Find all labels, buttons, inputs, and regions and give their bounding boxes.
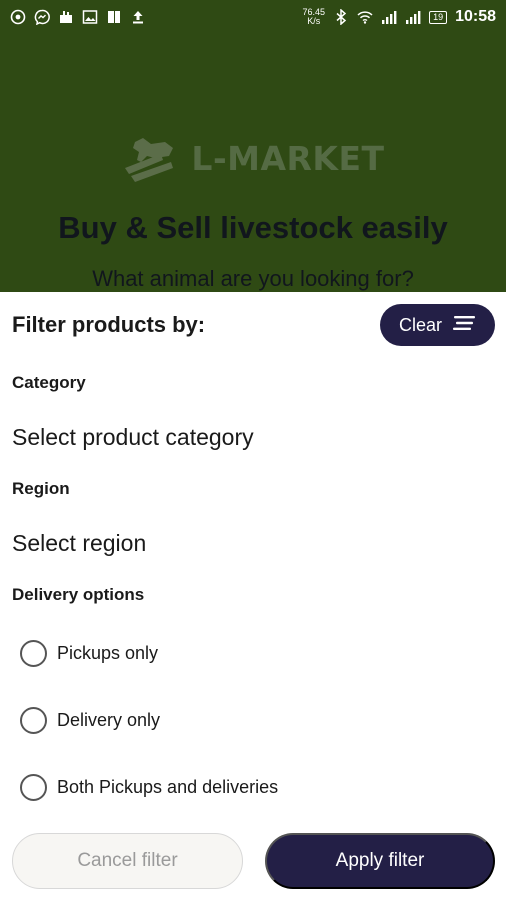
files-icon [106, 9, 122, 25]
category-label: Category [12, 373, 86, 392]
clear-filter-button[interactable]: Clear [380, 304, 495, 346]
battery-indicator: 19 [429, 10, 448, 24]
network-speed-unit: K/s [307, 16, 321, 26]
radio-option-delivery[interactable]: Delivery only [20, 707, 160, 734]
livestock-logo-icon [121, 134, 183, 182]
status-left [10, 9, 146, 25]
sort-lines-icon [452, 315, 476, 336]
bluetooth-icon [333, 9, 349, 25]
brand-name: L-MARKET [191, 138, 385, 178]
radio-label: Pickups only [57, 643, 159, 663]
subheadline: What animal are you looking for? [92, 266, 414, 291]
clear-label: Clear [398, 314, 442, 335]
gallery-icon [82, 9, 98, 25]
radio-option-both[interactable]: Both Pickups and deliveries [20, 774, 278, 801]
brand-logo: L-MARKET [0, 134, 506, 182]
network-speed: 76.45 K/s [303, 8, 326, 26]
status-bar: 76.45 K/s 19 10:58 [0, 0, 506, 34]
radio-label: Delivery only [57, 710, 161, 730]
signal-icon [381, 9, 397, 25]
chrome-icon [10, 9, 26, 25]
radio-option-pickups[interactable]: Pickups only [20, 640, 158, 667]
notification-icon [58, 9, 74, 25]
radio-button[interactable] [20, 774, 47, 801]
status-right: 76.45 K/s 19 10:58 [303, 8, 496, 26]
cancel-filter-button[interactable]: Cancel filter [12, 833, 243, 889]
region-label: Region [12, 479, 70, 498]
messenger-icon [34, 9, 50, 25]
filter-title: Filter products by: [12, 312, 206, 337]
apply-filter-button[interactable]: Apply filter [265, 833, 495, 889]
category-select[interactable]: Select product category [12, 424, 254, 451]
signal-icon [405, 9, 421, 25]
radio-button[interactable] [20, 640, 47, 667]
wifi-icon [357, 9, 373, 25]
filter-bottom-sheet: Filter products by: Clear Category Selec… [0, 292, 506, 900]
delivery-options-label: Delivery options [12, 585, 145, 604]
upload-icon [130, 9, 146, 25]
status-time: 10:58 [455, 8, 496, 25]
headline: Buy & Sell livestock easily [58, 210, 448, 245]
radio-button[interactable] [20, 707, 47, 734]
radio-label: Both Pickups and deliveries [57, 777, 279, 797]
region-select[interactable]: Select region [12, 530, 146, 557]
